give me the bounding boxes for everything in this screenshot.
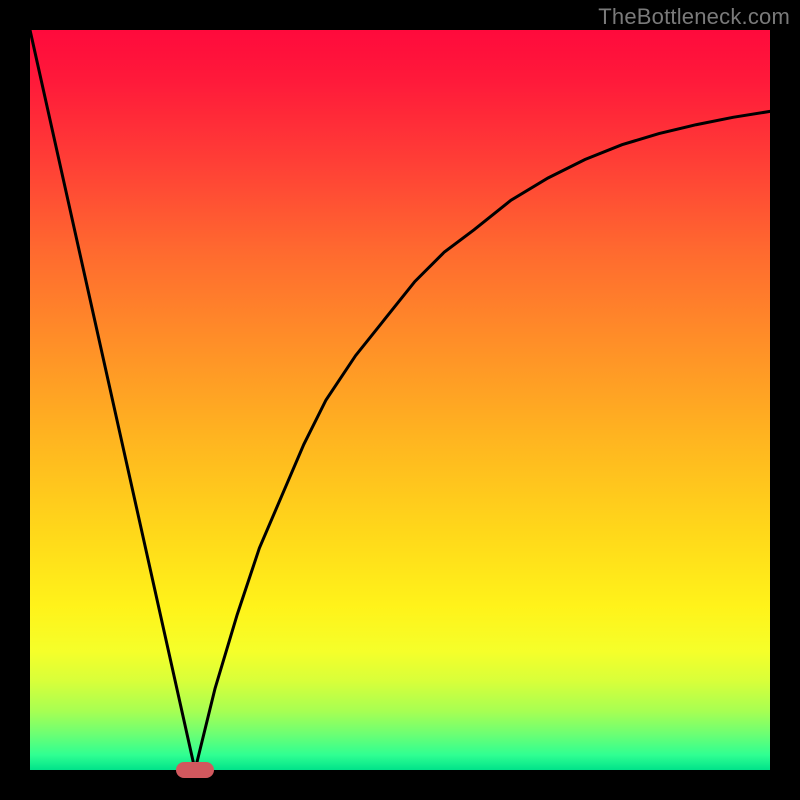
bottleneck-curve <box>30 30 770 770</box>
watermark-text: TheBottleneck.com <box>598 4 790 30</box>
left-line-path <box>30 30 195 770</box>
chart-frame: TheBottleneck.com <box>0 0 800 800</box>
right-curve-path <box>195 111 770 770</box>
valley-marker <box>176 762 214 778</box>
plot-area <box>30 30 770 770</box>
